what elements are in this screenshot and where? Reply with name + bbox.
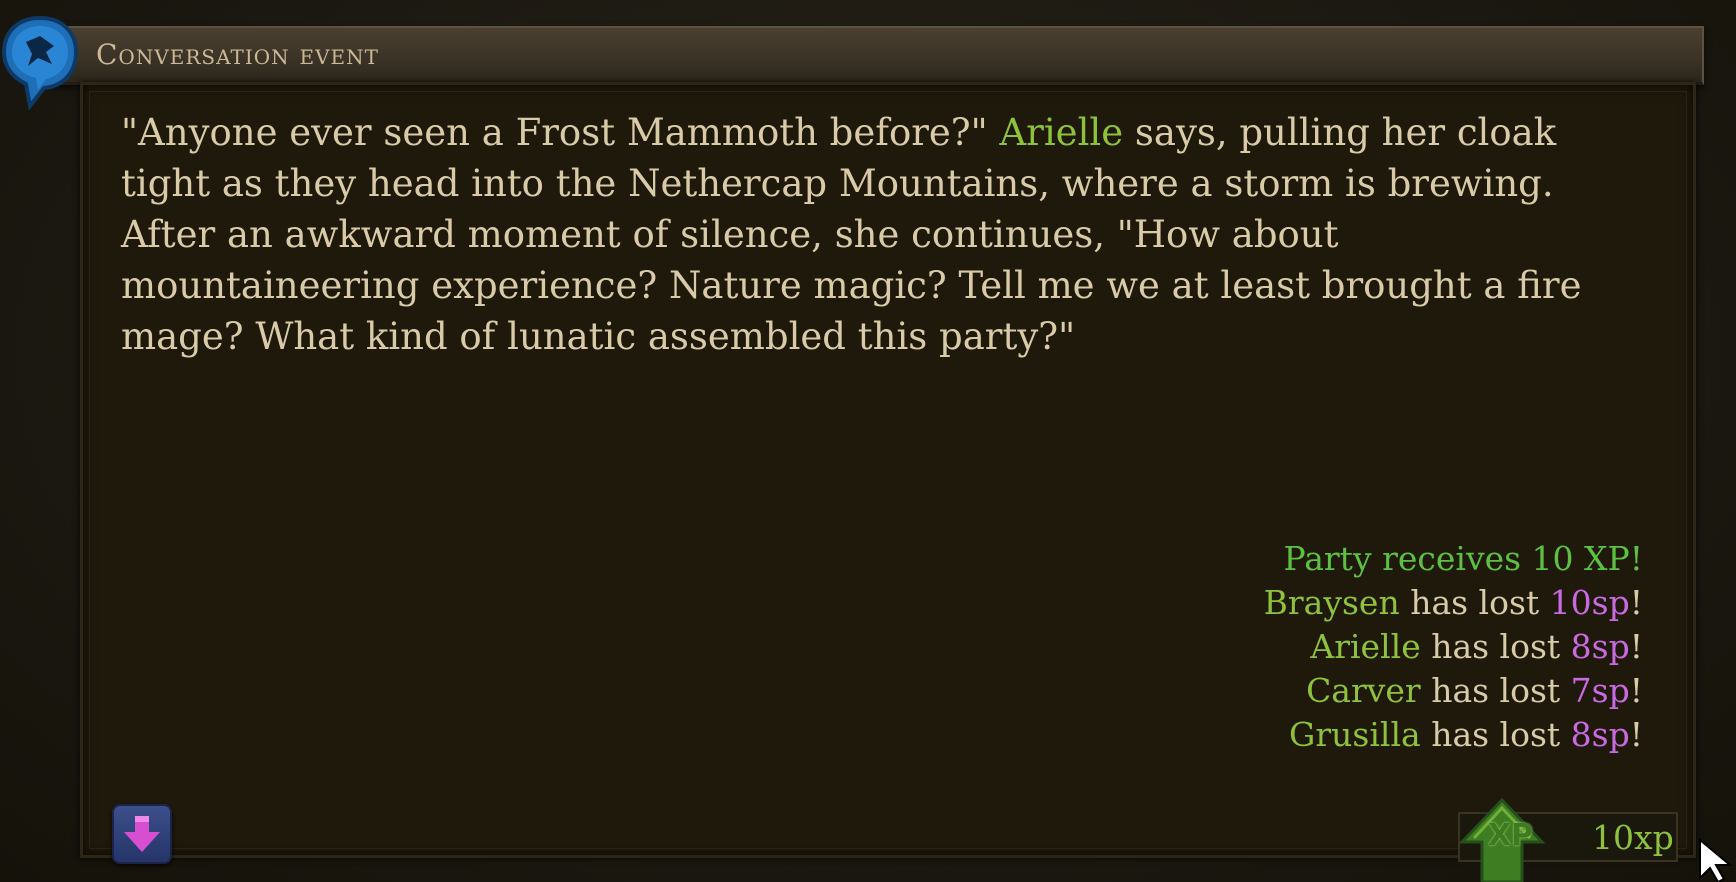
character-name: Arielle xyxy=(1310,627,1421,666)
conversation-panel: "Anyone ever seen a Frost Mammoth before… xyxy=(80,82,1696,858)
arrow-down-icon xyxy=(124,816,160,852)
silver-amount: 8sp xyxy=(1570,627,1630,666)
narrative-text: "Anyone ever seen a Frost Mammoth before… xyxy=(121,107,1601,362)
loss-text: has lost xyxy=(1420,627,1571,666)
loss-line: Grusilla has lost 8sp! xyxy=(1264,713,1643,757)
silver-amount: 7sp xyxy=(1570,671,1630,710)
loss-line: Braysen has lost 10sp! xyxy=(1264,581,1643,625)
loss-text: has lost xyxy=(1420,671,1571,710)
xp-value: 10xp xyxy=(1592,818,1674,857)
loss-end: ! xyxy=(1629,671,1643,710)
loss-text: has lost xyxy=(1420,715,1571,754)
loss-end: ! xyxy=(1629,583,1643,622)
loss-text: has lost xyxy=(1399,583,1550,622)
character-name: Grusilla xyxy=(1289,715,1421,754)
silver-amount: 8sp xyxy=(1570,715,1630,754)
event-results: Party receives 10 XP! Braysen has lost 1… xyxy=(1264,537,1643,757)
speaker-name: Arielle xyxy=(999,111,1124,154)
narrative-opening: "Anyone ever seen a Frost Mammoth before… xyxy=(121,111,1000,154)
window-title: Conversation event xyxy=(96,38,379,71)
loss-line: Carver has lost 7sp! xyxy=(1264,669,1643,713)
speech-bubble-icon xyxy=(1,15,79,111)
xp-reward-line: Party receives 10 XP! xyxy=(1283,539,1643,578)
silver-amount: 10sp xyxy=(1549,583,1630,622)
scroll-down-button[interactable] xyxy=(112,804,172,864)
loss-end: ! xyxy=(1629,715,1643,754)
header-bar: Conversation event xyxy=(52,26,1704,85)
character-name: Braysen xyxy=(1263,583,1400,622)
loss-end: ! xyxy=(1629,627,1643,666)
character-name: Carver xyxy=(1306,671,1421,710)
loss-line: Arielle has lost 8sp! xyxy=(1264,625,1643,669)
game-scene: Conversation event "Anyone ever seen a F… xyxy=(0,0,1736,882)
xp-label: XP xyxy=(1488,818,1534,853)
mouse-cursor-icon xyxy=(1699,838,1733,882)
